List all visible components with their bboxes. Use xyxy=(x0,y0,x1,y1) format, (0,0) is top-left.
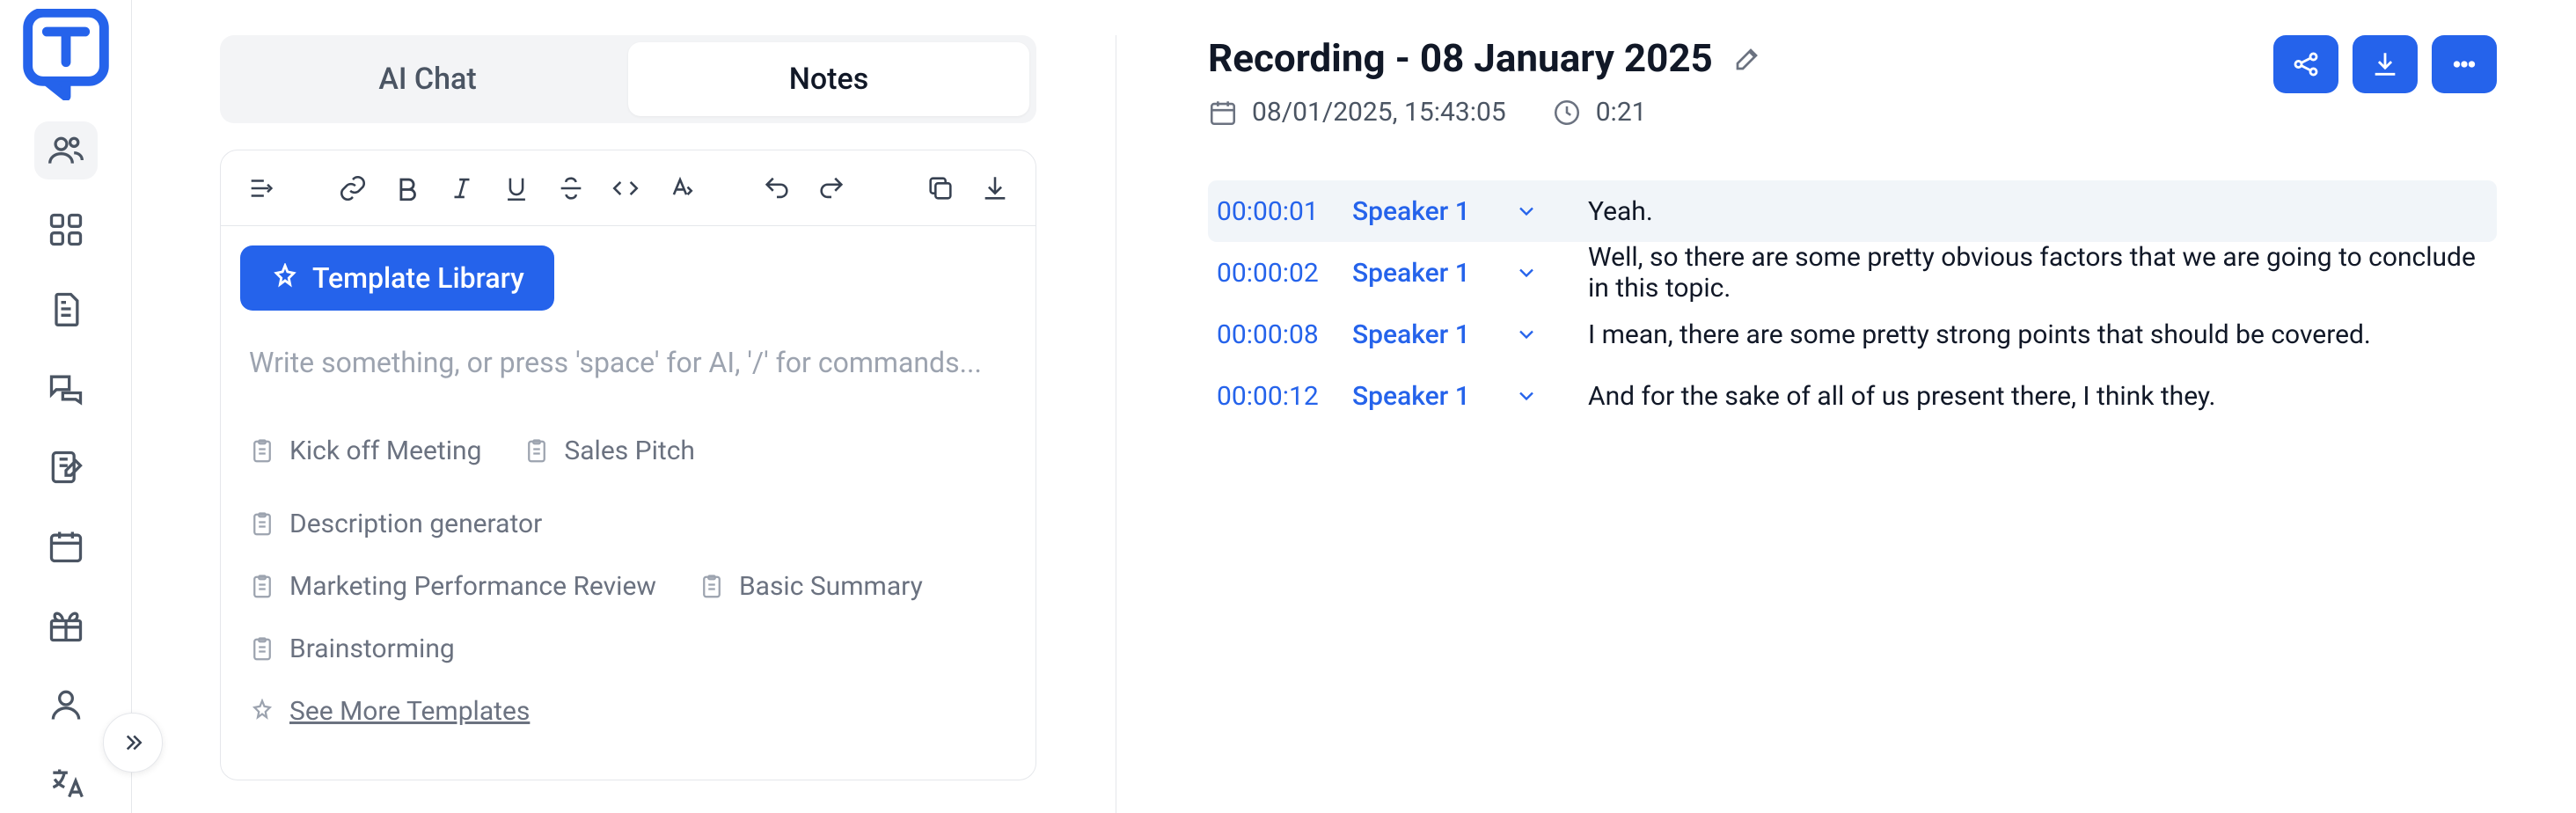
nav-gift-icon[interactable] xyxy=(34,597,98,655)
recording-date: 08/01/2025, 15:43:05 xyxy=(1208,97,1506,128)
paragraph-style-button[interactable] xyxy=(240,167,282,209)
template-library-button[interactable]: Template Library xyxy=(240,245,554,311)
recording-meta: 08/01/2025, 15:43:05 0:21 xyxy=(1208,97,1764,128)
editor-toolbar xyxy=(221,150,1036,226)
code-button[interactable] xyxy=(604,167,647,209)
nav-translate-icon[interactable] xyxy=(34,755,98,813)
left-sidebar xyxy=(0,0,132,813)
app-logo xyxy=(20,9,112,100)
copy-button[interactable] xyxy=(919,167,962,209)
transcript-row: 00:00:02 Speaker 1 Well, so there are some… xyxy=(1208,242,2497,304)
text-color-button[interactable] xyxy=(659,167,701,209)
speaker-dropdown-icon[interactable] xyxy=(1514,260,1556,285)
editor-placeholder: Write something, or press 'space' for AI… xyxy=(249,346,1007,379)
transcript-row: 00:00:01 Speaker 1 Yeah. xyxy=(1208,180,2497,242)
transcript-speaker[interactable]: Speaker 1 xyxy=(1352,381,1502,412)
transcript-speaker[interactable]: Speaker 1 xyxy=(1352,196,1502,227)
template-kickoff[interactable]: Kick off Meeting xyxy=(249,436,481,466)
transcript-row: 00:00:08 Speaker 1 I mean, there are some … xyxy=(1208,304,2497,365)
transcript-time[interactable]: 00:00:12 xyxy=(1217,381,1340,412)
recording-actions xyxy=(2273,35,2497,93)
strikethrough-button[interactable] xyxy=(550,167,592,209)
tab-segment: AI Chat Notes xyxy=(220,35,1036,123)
speaker-dropdown-icon[interactable] xyxy=(1514,199,1556,223)
nav-profile-icon[interactable] xyxy=(34,676,98,734)
tab-notes[interactable]: Notes xyxy=(628,42,1029,116)
more-actions-button[interactable] xyxy=(2432,35,2497,93)
nav-calendar-icon[interactable] xyxy=(34,517,98,575)
templates-list: Kick off Meeting Sales Pitch Description… xyxy=(249,436,1007,727)
tab-ai-chat[interactable]: AI Chat xyxy=(227,42,628,116)
nav-compose-icon[interactable] xyxy=(34,438,98,496)
recording-title: Recording - 08 January 2025 xyxy=(1208,35,1713,81)
right-panel: Recording - 08 January 2025 08/01/2025, … xyxy=(1208,35,2532,813)
recording-header: Recording - 08 January 2025 08/01/2025, … xyxy=(1208,35,2497,163)
download-recording-button[interactable] xyxy=(2353,35,2418,93)
undo-button[interactable] xyxy=(756,167,798,209)
template-library-label: Template Library xyxy=(312,261,524,295)
template-marketing[interactable]: Marketing Performance Review xyxy=(249,571,656,602)
redo-button[interactable] xyxy=(810,167,853,209)
transcript-text: Well, so there are some pretty obvious f… xyxy=(1588,242,2476,304)
speaker-dropdown-icon[interactable] xyxy=(1514,322,1556,347)
template-brainstorming[interactable]: Brainstorming xyxy=(249,634,455,664)
nav-chat-icon[interactable] xyxy=(34,359,98,417)
speaker-dropdown-icon[interactable] xyxy=(1514,384,1556,408)
underline-button[interactable] xyxy=(495,167,538,209)
template-summary[interactable]: Basic Summary xyxy=(699,571,923,602)
main-content: AI Chat Notes xyxy=(132,0,2576,813)
transcript-speaker[interactable]: Speaker 1 xyxy=(1352,319,1502,350)
transcript-time[interactable]: 00:00:08 xyxy=(1217,319,1340,350)
transcript-text: Yeah. xyxy=(1588,196,2476,227)
nav-dashboard-icon[interactable] xyxy=(34,201,98,259)
editor-body[interactable]: Write something, or press 'space' for AI… xyxy=(221,311,1036,780)
share-button[interactable] xyxy=(2273,35,2338,93)
transcript-time[interactable]: 00:00:01 xyxy=(1217,196,1340,227)
edit-title-icon[interactable] xyxy=(1732,42,1764,74)
transcript-text: And for the sake of all of us present th… xyxy=(1588,381,2476,412)
transcript: 00:00:01 Speaker 1 Yeah. 00:00:02 Speaker 1 W… xyxy=(1208,180,2497,427)
italic-button[interactable] xyxy=(441,167,483,209)
transcript-time[interactable]: 00:00:02 xyxy=(1217,258,1340,289)
expand-sidebar-button[interactable] xyxy=(103,713,163,773)
link-button[interactable] xyxy=(332,167,374,209)
recording-duration: 0:21 xyxy=(1552,97,1647,128)
nav-document-icon[interactable] xyxy=(34,280,98,338)
transcript-speaker[interactable]: Speaker 1 xyxy=(1352,258,1502,289)
transcript-text: I mean, there are some pretty strong poi… xyxy=(1588,319,2476,350)
see-more-templates[interactable]: See More Templates xyxy=(249,696,530,727)
nav-people-icon[interactable] xyxy=(34,121,98,179)
template-description[interactable]: Description generator xyxy=(249,509,542,539)
left-panel: AI Chat Notes xyxy=(220,35,1036,813)
transcript-row: 00:00:12 Speaker 1 And for the sake of all… xyxy=(1208,365,2497,427)
download-button[interactable] xyxy=(974,167,1016,209)
editor-card: Template Library Write something, or pre… xyxy=(220,150,1036,780)
template-salespitch[interactable]: Sales Pitch xyxy=(523,436,695,466)
bold-button[interactable] xyxy=(386,167,428,209)
